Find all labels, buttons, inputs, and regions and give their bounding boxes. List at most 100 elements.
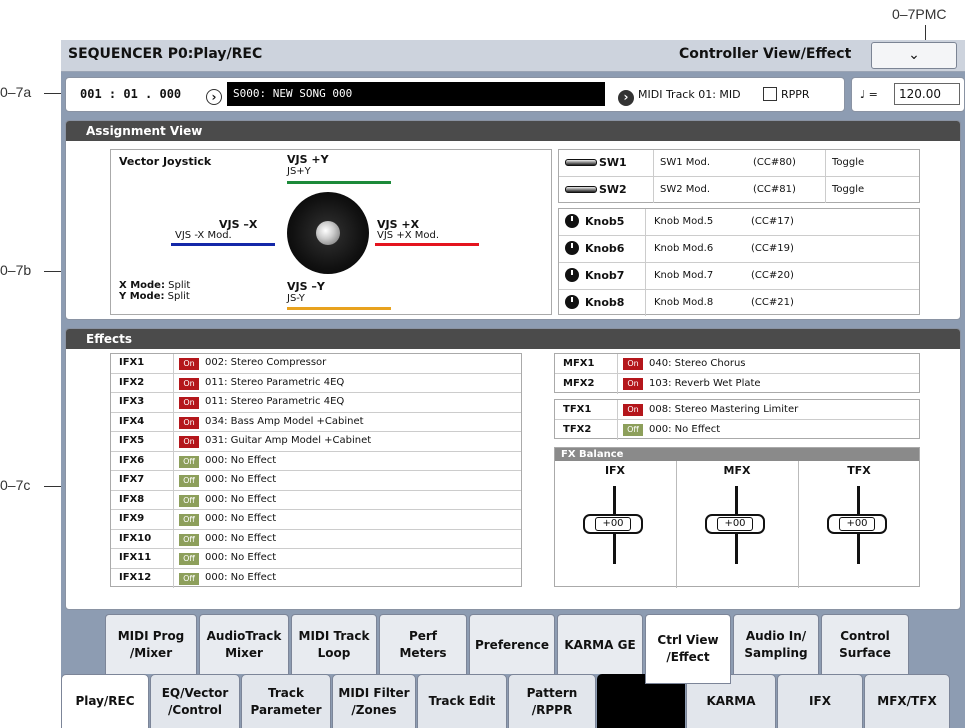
ifx-label: IFX3	[119, 396, 145, 407]
ifx-label: IFX4	[119, 415, 145, 427]
ifx-effect-name[interactable]: 000: No Effect	[205, 549, 276, 568]
ifx-row[interactable]: IFX10 Off 000: No Effect	[111, 529, 521, 549]
mfx-fader-knob[interactable]: +00	[705, 514, 765, 534]
tfx-onoff-toggle[interactable]: Off	[623, 424, 643, 436]
divider	[617, 374, 618, 394]
ifx-fader-knob[interactable]: +00	[583, 514, 643, 534]
knob5-row[interactable]: Knob5 Knob Mod.5 (CC#17)	[559, 209, 919, 236]
ifx-row[interactable]: IFX3 On 011: Stereo Parametric 4EQ	[111, 393, 521, 413]
tfx-effect-name[interactable]: 000: No Effect	[649, 420, 720, 439]
tab-perf-meters[interactable]: Perf Meters	[379, 614, 467, 676]
tab-karma-ge[interactable]: KARMA GE	[557, 614, 643, 676]
mode-tab-ifx[interactable]: IFX	[777, 674, 863, 728]
tfx-row[interactable]: TFX1 On 008: Stereo Mastering Limiter	[555, 400, 919, 420]
tfx-row[interactable]: TFX2 Off 000: No Effect	[555, 420, 919, 440]
ifx-effect-name[interactable]: 000: No Effect	[205, 471, 276, 490]
ifx-effect-name[interactable]: 011: Stereo Parametric 4EQ	[205, 374, 344, 393]
callout-pmc: 0–7PMC	[892, 6, 947, 22]
ifx-onoff-toggle[interactable]: Off	[179, 572, 199, 585]
tab-preference[interactable]: Preference	[469, 614, 555, 676]
mode-tab-track-parameter[interactable]: Track Parameter	[241, 674, 331, 728]
rppr-checkbox[interactable]	[763, 87, 777, 101]
knob8-row[interactable]: Knob8 Knob Mod.8 (CC#21)	[559, 290, 919, 316]
song-select-arrow-icon[interactable]: ›	[206, 89, 222, 105]
ifx-effect-name[interactable]: 011: Stereo Parametric 4EQ	[205, 393, 344, 412]
tfx-effect-name[interactable]: 008: Stereo Mastering Limiter	[649, 400, 798, 419]
mode-tab-midi-filter-zones[interactable]: MIDI Filter /Zones	[332, 674, 416, 728]
vjs-plus-x-assign[interactable]: VJS +X Mod.	[377, 230, 439, 241]
tab-audio-in-sampling[interactable]: Audio In/ Sampling	[733, 614, 819, 676]
mfx-onoff-toggle[interactable]: On	[623, 358, 643, 370]
page-menu-button[interactable]: ⌄	[871, 42, 957, 69]
vjs-plus-y-assign[interactable]: JS+Y	[287, 166, 311, 177]
mfx-row[interactable]: MFX2 On 103: Reverb Wet Plate	[555, 374, 919, 394]
ifx-row[interactable]: IFX11 Off 000: No Effect	[111, 549, 521, 569]
ifx-onoff-toggle[interactable]: On	[179, 358, 199, 370]
ifx-onoff-toggle[interactable]: Off	[179, 514, 199, 526]
mode-tab-play-rec[interactable]: Play/REC	[61, 674, 149, 728]
mode-tab-pattern-rppr[interactable]: Pattern /RPPR	[508, 674, 596, 728]
tab-midi-track-loop[interactable]: MIDI Track Loop	[291, 614, 377, 676]
mode-tab-track-edit[interactable]: Track Edit	[417, 674, 507, 728]
ifx-onoff-toggle[interactable]: Off	[179, 494, 199, 507]
tab-control-surface[interactable]: Control Surface	[821, 614, 909, 676]
tfx-fader-knob[interactable]: +00	[827, 514, 887, 534]
x-mode-value[interactable]: Split	[168, 280, 190, 291]
vjs-minus-x-assign[interactable]: VJS -X Mod.	[175, 230, 232, 241]
mode-tab-label: EQ/Vector /Control	[161, 685, 229, 717]
ifx-effect-name[interactable]: 034: Bass Amp Model +Cabinet	[205, 413, 364, 432]
mfx-row[interactable]: MFX1 On 040: Stereo Chorus	[555, 354, 919, 374]
mfx-onoff-toggle[interactable]: On	[623, 378, 643, 390]
mode-tab-eq-vector-control[interactable]: EQ/Vector /Control	[150, 674, 240, 728]
ifx-row[interactable]: IFX4 On 034: Bass Amp Model +Cabinet	[111, 412, 521, 432]
track-select-arrow-icon[interactable]: ›	[618, 90, 634, 106]
knob6-row[interactable]: Knob6 Knob Mod.6 (CC#19)	[559, 236, 919, 263]
ifx-row[interactable]: IFX6 Off 000: No Effect	[111, 451, 521, 471]
song-position[interactable]: 001 : 01 . 000	[80, 87, 181, 101]
ifx-onoff-toggle[interactable]: On	[179, 397, 199, 409]
ifx-balance-fader[interactable]: IFX +00	[555, 464, 675, 594]
mode-tab-mfx-tfx[interactable]: MFX/TFX	[864, 674, 950, 728]
mfx-balance-fader[interactable]: MFX +00	[677, 464, 797, 594]
ifx-effect-name[interactable]: 031: Guitar Amp Model +Cabinet	[205, 432, 371, 451]
track-select[interactable]: MIDI Track 01: MID	[638, 88, 741, 101]
ifx-row[interactable]: IFX7 Off 000: No Effect	[111, 471, 521, 491]
ifx-effect-name[interactable]: 000: No Effect	[205, 491, 276, 510]
ifx-onoff-toggle[interactable]: Off	[179, 533, 199, 546]
y-mode-value[interactable]: Split	[168, 291, 190, 302]
tfx-onoff-toggle[interactable]: On	[623, 404, 643, 416]
tfx-balance-fader[interactable]: TFX +00	[799, 464, 919, 594]
sw1-row[interactable]: SW1 SW1 Mod. (CC#80) Toggle	[559, 150, 919, 177]
ifx-row[interactable]: IFX1 On 002: Stereo Compressor	[111, 354, 521, 374]
ifx-onoff-toggle[interactable]: Off	[179, 475, 199, 487]
switch-icon	[565, 185, 597, 193]
callout-a: 0–7a	[0, 84, 32, 100]
mfx-effect-name[interactable]: 040: Stereo Chorus	[649, 354, 746, 373]
ifx-effect-name[interactable]: 002: Stereo Compressor	[205, 354, 326, 373]
ifx-row[interactable]: IFX8 Off 000: No Effect	[111, 490, 521, 510]
tab-midi-prog-mixer[interactable]: MIDI Prog /Mixer	[105, 614, 197, 676]
tempo-field[interactable]: 120.00	[894, 83, 960, 105]
divider	[173, 471, 174, 491]
ifx-row[interactable]: IFX12 Off 000: No Effect	[111, 568, 521, 588]
tab-ctrl-view-effect[interactable]: Ctrl View /Effect	[645, 614, 731, 684]
ifx-effect-name[interactable]: 000: No Effect	[205, 510, 276, 529]
ifx-onoff-toggle[interactable]: Off	[179, 553, 199, 565]
sw2-row[interactable]: SW2 SW2 Mod. (CC#81) Toggle	[559, 177, 919, 204]
ifx-onoff-toggle[interactable]: On	[179, 436, 199, 448]
ifx-row[interactable]: IFX2 On 011: Stereo Parametric 4EQ	[111, 373, 521, 393]
ifx-onoff-toggle[interactable]: On	[179, 377, 199, 390]
ifx-onoff-toggle[interactable]: On	[179, 416, 199, 429]
ifx-effect-name[interactable]: 000: No Effect	[205, 530, 276, 549]
vjs-minus-y-assign[interactable]: JS-Y	[287, 293, 305, 304]
song-select[interactable]: S000: NEW SONG 000	[227, 82, 605, 106]
tab-audiotrack-mixer[interactable]: AudioTrack Mixer	[199, 614, 289, 676]
vjs-plus-y-bar	[287, 181, 391, 184]
ifx-row[interactable]: IFX9 Off 000: No Effect	[111, 510, 521, 530]
ifx-effect-name[interactable]: 000: No Effect	[205, 569, 276, 588]
ifx-onoff-toggle[interactable]: Off	[179, 455, 199, 468]
ifx-row[interactable]: IFX5 On 031: Guitar Amp Model +Cabinet	[111, 432, 521, 452]
ifx-effect-name[interactable]: 000: No Effect	[205, 452, 276, 471]
mfx-effect-name[interactable]: 103: Reverb Wet Plate	[649, 374, 761, 393]
knob7-row[interactable]: Knob7 Knob Mod.7 (CC#20)	[559, 263, 919, 290]
